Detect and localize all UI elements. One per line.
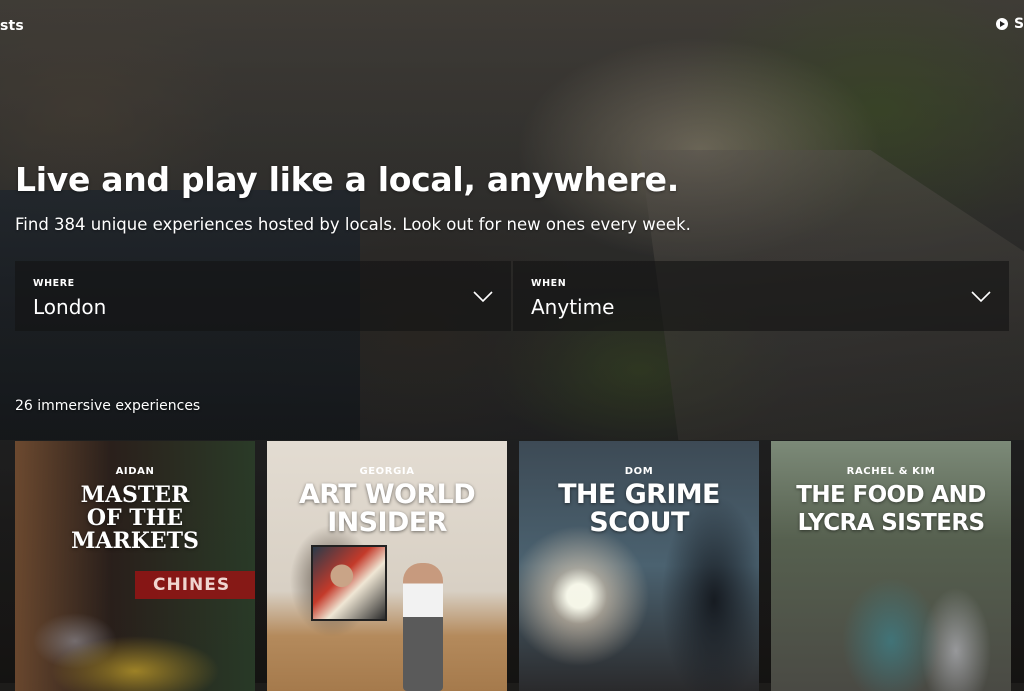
when-select[interactable]: WHEN Anytime (513, 261, 1009, 331)
when-value: Anytime (531, 295, 615, 319)
experience-cards: CHINES AIDAN MASTER OF THE MARKETS GEORG… (15, 441, 1011, 691)
nav-link-partial-right[interactable]: S (996, 16, 1024, 32)
card-title-line: SCOUT (589, 507, 689, 538)
nav-link-partial-left[interactable]: sts (0, 18, 24, 34)
card-host: AIDAN (115, 466, 155, 477)
card-title: THE FOOD AND LYCRA SISTERS (771, 481, 1011, 537)
card-title-line: OF THE (86, 505, 184, 531)
card-title-line: INSIDER (327, 507, 447, 538)
card-photo (771, 441, 1011, 691)
card-host: GEORGIA (359, 466, 415, 477)
results-count: 26 immersive experiences (15, 398, 201, 414)
card-title: THE GRIME SCOUT (519, 481, 759, 537)
shop-sign: CHINES (135, 571, 255, 599)
search-bar: WHERE London WHEN Anytime (15, 261, 1009, 331)
card-title-line: MARKETS (71, 528, 199, 554)
where-select[interactable]: WHERE London (15, 261, 511, 331)
page-headline: Live and play like a local, anywhere. (15, 160, 679, 199)
card-title: ART WORLD INSIDER (267, 481, 507, 537)
experience-card-food-and-lycra-sisters[interactable]: RACHEL & KIM THE FOOD AND LYCRA SISTERS (771, 441, 1011, 691)
experience-card-the-grime-scout[interactable]: DOM THE GRIME SCOUT (519, 441, 759, 691)
experience-card-art-world-insider[interactable]: GEORGIA ART WORLD INSIDER (267, 441, 507, 691)
where-label: WHERE (33, 278, 75, 289)
page-subheadline: Find 384 unique experiences hosted by lo… (15, 215, 691, 234)
painting (311, 545, 387, 621)
play-icon (996, 18, 1008, 30)
where-value: London (33, 295, 107, 319)
card-host: DOM (624, 466, 654, 477)
card-title-line: THE FOOD AND (796, 482, 986, 508)
card-title-line: THE GRIME (558, 479, 720, 510)
card-title-line: MASTER (80, 482, 190, 508)
person (403, 563, 443, 691)
chevron-down-icon (473, 291, 493, 303)
card-host: RACHEL & KIM (846, 466, 936, 477)
card-title-line: LYCRA SISTERS (797, 510, 985, 536)
card-title-line: ART WORLD (298, 479, 476, 510)
experience-card-master-of-the-markets[interactable]: CHINES AIDAN MASTER OF THE MARKETS (15, 441, 255, 691)
card-photo (15, 441, 255, 691)
when-label: WHEN (531, 278, 567, 289)
chevron-down-icon (971, 291, 991, 303)
card-title: MASTER OF THE MARKETS (15, 484, 255, 553)
nav-link-partial-right-label: S (1014, 16, 1024, 32)
